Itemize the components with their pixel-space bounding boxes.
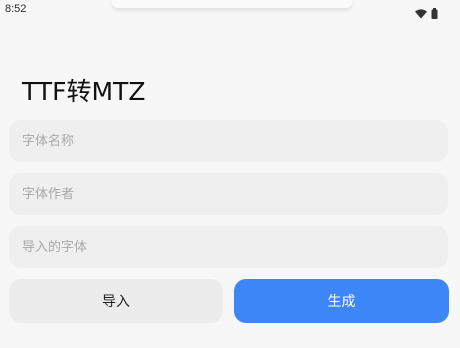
imported-font-input[interactable] (9, 226, 448, 268)
font-author-input[interactable] (9, 173, 448, 215)
wifi-icon (415, 4, 427, 23)
status-icons (415, 4, 438, 23)
page-title: TTF转MTZ (22, 77, 146, 106)
import-button[interactable]: 导入 (9, 279, 223, 323)
battery-icon (431, 4, 438, 23)
font-name-input[interactable] (9, 120, 448, 162)
generate-button[interactable]: 生成 (234, 279, 449, 323)
notification-shade-edge (112, 0, 352, 8)
status-time: 8:52 (5, 3, 27, 15)
